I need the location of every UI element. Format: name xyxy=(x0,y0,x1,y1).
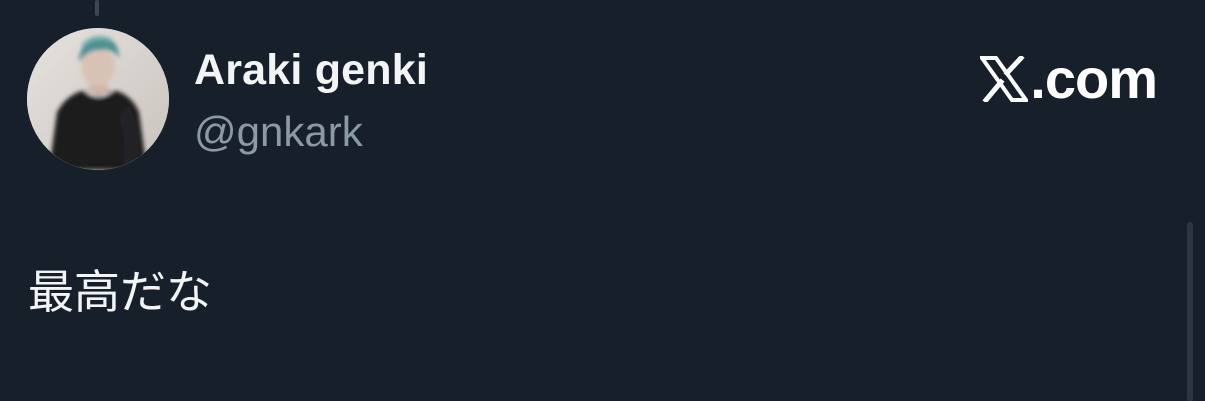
x-logo-icon xyxy=(980,55,1029,102)
author-handle[interactable]: @gnkark xyxy=(194,108,363,156)
tweet-card: Araki genki @gnkark .com 最高だな xyxy=(0,0,1205,401)
author-display-name[interactable]: Araki genki xyxy=(194,46,428,95)
scrollbar[interactable] xyxy=(1187,222,1193,401)
thread-connector-line xyxy=(95,0,99,16)
x-com-brand: .com xyxy=(980,46,1158,111)
avatar[interactable] xyxy=(27,28,169,170)
brand-domain-text: .com xyxy=(1030,47,1158,110)
tweet-text: 最高だな xyxy=(28,265,212,319)
